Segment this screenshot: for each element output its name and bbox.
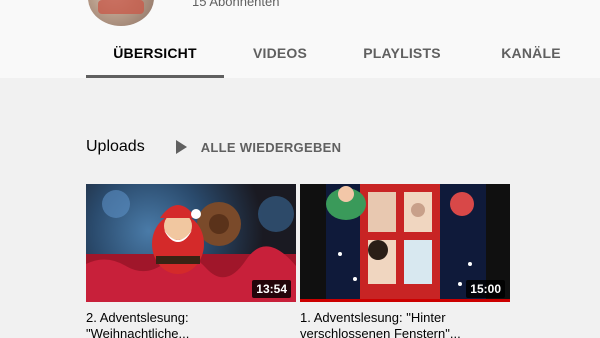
video-card[interactable]: 13:54 2. Adventslesung: "Weihnachtliche.… xyxy=(86,184,296,338)
video-card[interactable]: 15:00 1. Adventslesung: "Hinter verschlo… xyxy=(300,184,510,338)
video-title-line: verschlossenen Fenstern"... xyxy=(300,326,461,338)
shelf-title[interactable]: Uploads xyxy=(86,138,145,156)
play-icon xyxy=(175,140,187,154)
tab-videos[interactable]: VIDEOS xyxy=(224,30,336,76)
channel-header: 15 Abonnenten ÜBERSICHT VIDEOS PLAYLISTS… xyxy=(0,0,600,78)
tab-playlists[interactable]: PLAYLISTS xyxy=(336,30,468,76)
play-all-label: ALLE WIEDERGEBEN xyxy=(200,139,342,155)
video-thumbnail[interactable]: 13:54 xyxy=(86,184,296,302)
video-duration: 15:00 xyxy=(466,280,505,298)
video-thumbnail[interactable]: 15:00 xyxy=(300,184,510,302)
subscriber-count: 15 Abonnenten xyxy=(192,0,280,9)
watch-progress-bar xyxy=(300,299,510,302)
video-title-line: 2. Adventslesung: xyxy=(86,310,189,325)
tab-overview[interactable]: ÜBERSICHT xyxy=(86,30,224,78)
video-title[interactable]: 2. Adventslesung: "Weihnachtliche... xyxy=(86,310,296,338)
play-all-button[interactable]: ALLE WIEDERGEBEN xyxy=(175,139,342,155)
video-title[interactable]: 1. Adventslesung: "Hinter verschlossenen… xyxy=(300,310,510,338)
video-duration: 13:54 xyxy=(252,280,291,298)
channel-avatar[interactable] xyxy=(88,0,154,26)
tab-channels[interactable]: KANÄLE xyxy=(468,30,594,76)
video-title-line: 1. Adventslesung: "Hinter xyxy=(300,310,446,325)
video-title-line: "Weihnachtliche... xyxy=(86,326,190,338)
uploads-shelf-header: Uploads ALLE WIEDERGEBEN xyxy=(86,138,341,156)
channel-tabs: ÜBERSICHT VIDEOS PLAYLISTS KANÄLE xyxy=(86,30,594,78)
